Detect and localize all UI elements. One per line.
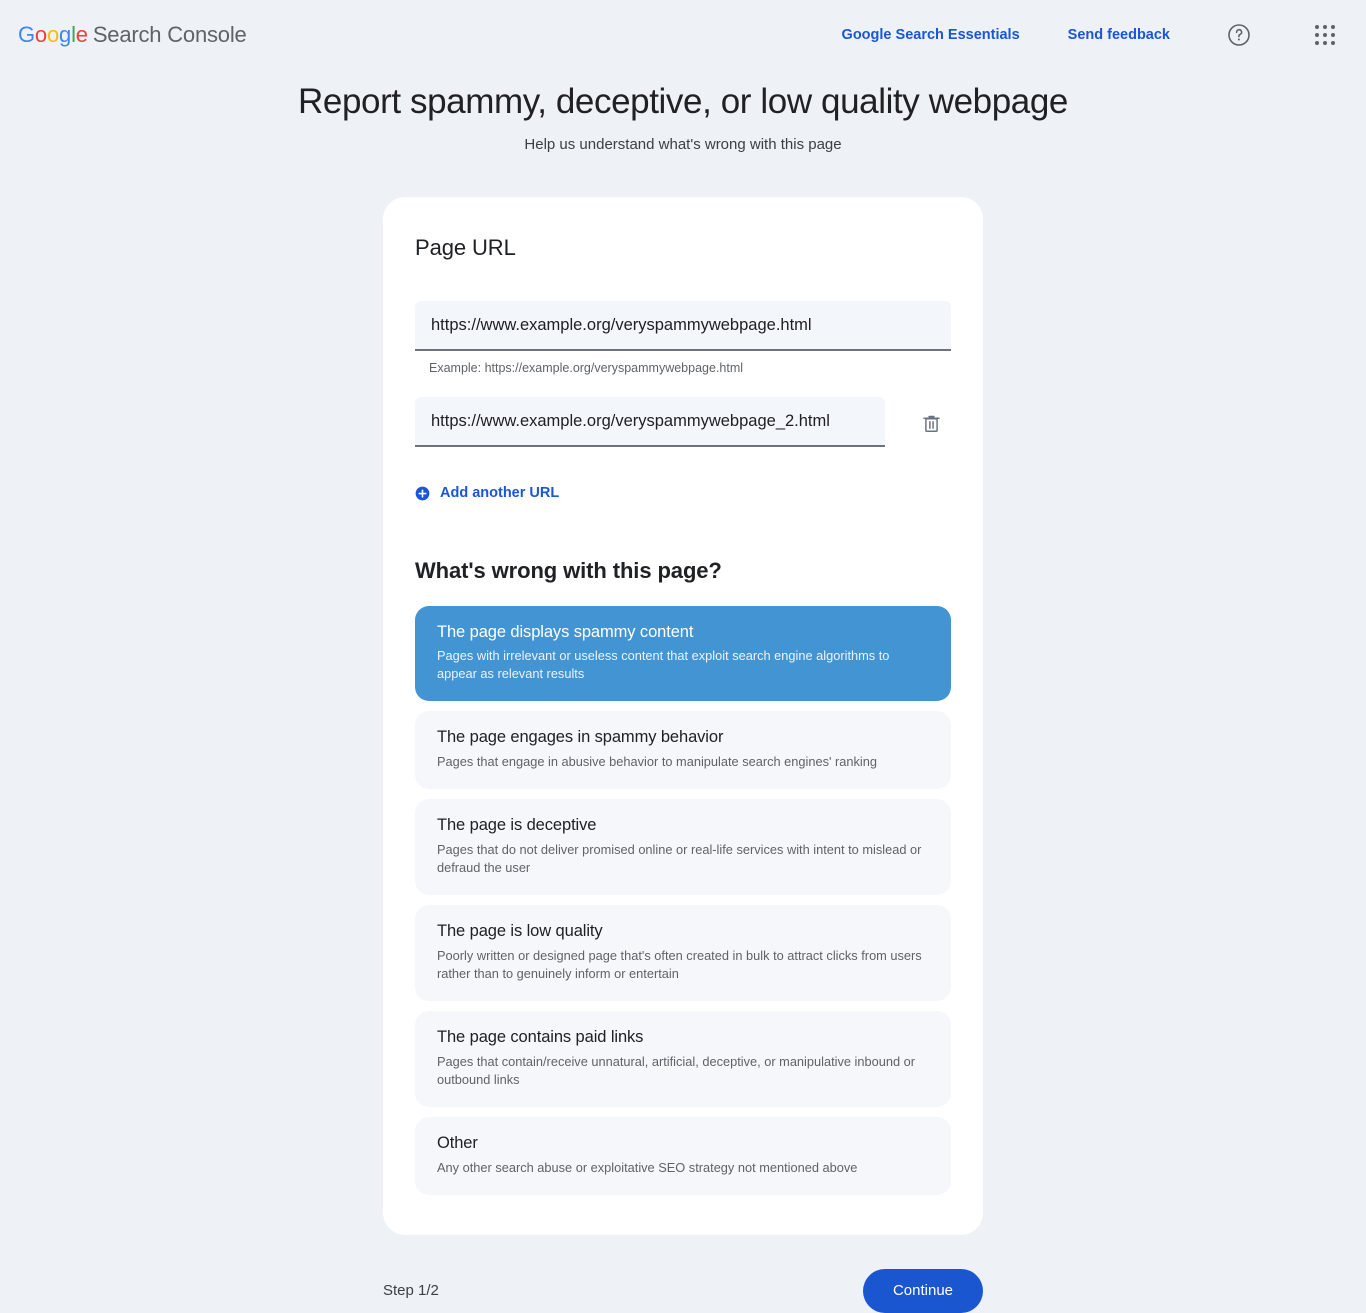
google-search-console-logo[interactable]: Google Search Console: [18, 22, 247, 48]
url-row-2: [415, 397, 951, 447]
option-deceptive[interactable]: The page is deceptive Pages that do not …: [415, 799, 951, 896]
option-other[interactable]: Other Any other search abuse or exploita…: [415, 1117, 951, 1195]
option-description: Pages with irrelevant or useless content…: [437, 648, 890, 682]
option-low-quality[interactable]: The page is low quality Poorly written o…: [415, 905, 951, 1002]
option-spammy-behavior[interactable]: The page engages in spammy behavior Page…: [415, 711, 951, 790]
trash-icon: [922, 415, 940, 432]
option-title: Other: [437, 1134, 478, 1153]
url-input-2[interactable]: [431, 411, 869, 431]
option-paid-links[interactable]: The page contains paid links Pages that …: [415, 1011, 951, 1108]
option-description: Pages that engage in abusive behavior to…: [437, 754, 877, 770]
logo-letter-g1: G: [18, 22, 35, 47]
add-another-url-label: Add another URL: [440, 485, 560, 501]
delete-url-2-button[interactable]: [911, 403, 951, 443]
logo-letter-o1: o: [34, 22, 47, 47]
help-circle-icon: [1228, 24, 1250, 46]
apps-grid-icon: [1315, 25, 1335, 45]
option-description: Pages that contain/receive unnatural, ar…: [437, 1053, 916, 1087]
google-search-essentials-link[interactable]: Google Search Essentials: [842, 21, 1020, 49]
option-title: The page contains paid links: [437, 1028, 644, 1047]
page-url-section-title: Page URL: [415, 235, 516, 260]
plus-circle-icon: [415, 486, 430, 500]
send-feedback-link[interactable]: Send feedback: [1068, 21, 1170, 49]
page-title: Report spammy, deceptive, or low quality…: [298, 82, 1068, 121]
option-description: Poorly written or designed page that's o…: [437, 947, 922, 981]
logo-letter-e: e: [75, 22, 88, 47]
page-subtitle: Help us understand what's wrong with thi…: [524, 136, 842, 153]
add-another-url-button[interactable]: Add another URL: [415, 485, 559, 501]
form-footer: Step 1/2 Continue: [383, 1268, 983, 1313]
url-field-1-wrapper[interactable]: [415, 301, 951, 351]
option-description: Pages that do not deliver promised onlin…: [437, 841, 922, 875]
top-header-bar: Google Search Console Google Search Essen…: [0, 0, 1366, 70]
option-spammy-content[interactable]: The page displays spammy content Pages w…: [415, 605, 951, 702]
header-actions: Google Search Essentials Send feedback: [794, 16, 1344, 54]
question-title: What's wrong with this page?: [415, 557, 722, 583]
report-form-card: Page URL Example: https://example.org/ve…: [383, 197, 983, 1235]
option-title: The page engages in spammy behavior: [437, 728, 724, 747]
url-helper-text: Example: https://example.org/veryspammyw…: [429, 361, 744, 375]
help-button[interactable]: [1220, 16, 1258, 54]
google-apps-button[interactable]: [1306, 16, 1344, 54]
continue-button[interactable]: Continue: [862, 1268, 983, 1313]
option-description: Any other search abuse or exploitative S…: [437, 1159, 858, 1175]
step-indicator: Step 1/2: [383, 1282, 439, 1300]
logo-letter-o2: o: [46, 22, 60, 47]
logo-letter-g2: g: [59, 22, 72, 47]
product-name: Search Console: [92, 22, 247, 47]
issue-options-list: The page displays spammy content Pages w…: [415, 605, 951, 1195]
option-title: The page is low quality: [437, 922, 603, 941]
url-field-2-wrapper[interactable]: [415, 397, 885, 447]
url-input-1[interactable]: [431, 315, 935, 335]
option-title: The page displays spammy content: [437, 622, 694, 641]
option-title: The page is deceptive: [437, 816, 597, 835]
